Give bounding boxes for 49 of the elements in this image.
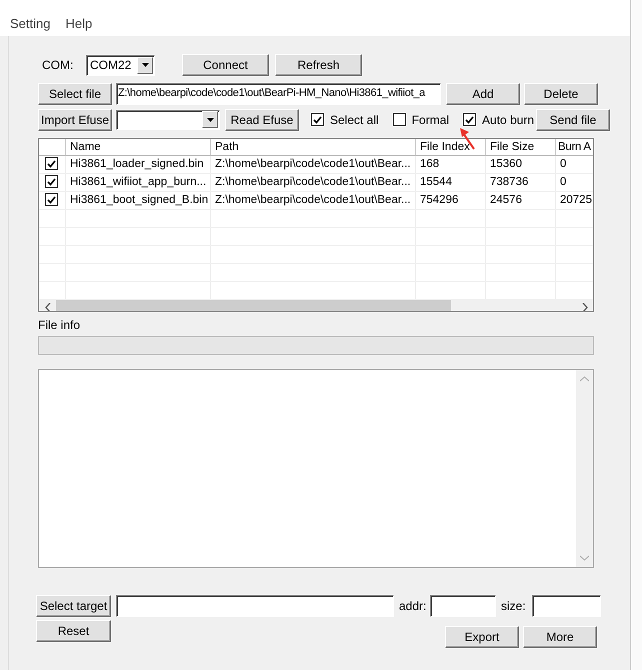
table-cell: Hi3861_wifiiot_app_burn... <box>70 176 206 188</box>
file-action-button[interactable]: Delete <box>524 82 598 104</box>
table-cell: Hi3861_boot_signed_B.bin <box>70 194 208 206</box>
more-button[interactable]: More <box>523 626 597 648</box>
select-file-button[interactable]: Select file <box>38 82 112 104</box>
table-cell: Hi3861_loader_signed.bin <box>70 158 204 170</box>
table-cell: 0 <box>560 158 566 170</box>
checkbox-label: Formal <box>412 112 450 126</box>
efuse-dropdown[interactable] <box>116 110 220 130</box>
table-cell: 0 <box>560 176 566 188</box>
select-target-button[interactable]: Select target <box>36 595 111 617</box>
menu-item[interactable]: Setting <box>10 16 50 30</box>
toolbar-button[interactable]: Connect <box>182 54 269 76</box>
import-efuse-button[interactable]: Import Efuse <box>38 108 112 130</box>
table-cell: 24576 <box>490 194 522 206</box>
checkbox[interactable] <box>392 113 406 126</box>
size-field[interactable] <box>532 595 601 617</box>
checkbox-label: Auto burn <box>482 112 534 126</box>
menu-item[interactable]: Help <box>65 16 92 30</box>
com-label: COM: <box>42 58 74 72</box>
export-button[interactable]: Export <box>445 626 519 648</box>
toolbar-button[interactable]: Refresh <box>275 54 362 76</box>
checkbox-label: Select all <box>330 112 379 126</box>
reset-button[interactable]: Reset <box>36 620 111 642</box>
read-efuse-button[interactable]: Read Efuse <box>225 108 299 130</box>
row-checkbox[interactable] <box>45 157 58 170</box>
table-cell: 20725 <box>560 194 592 206</box>
table-cell: 15544 <box>420 176 452 188</box>
size-label: size: <box>501 599 527 613</box>
table-cell: 754296 <box>420 194 458 206</box>
file-action-button[interactable]: Add <box>446 82 520 104</box>
horizontal-scrollbar[interactable] <box>39 300 593 311</box>
checkbox[interactable] <box>463 113 476 126</box>
table-cell: Z:\home\bearpi\code\code1\out\Bear... <box>215 158 411 170</box>
table-cell: Z:\home\bearpi\code\code1\out\Bear... <box>215 176 411 188</box>
table-cell: 15360 <box>490 158 522 170</box>
file-info-label: File info <box>38 318 82 332</box>
row-checkbox[interactable] <box>45 193 58 206</box>
table-cell: Z:\home\bearpi\code\code1\out\Bear... <box>215 194 411 206</box>
send-file-button[interactable]: Send file <box>536 108 610 130</box>
addr-label: addr: <box>399 599 428 613</box>
target-field[interactable] <box>116 595 394 617</box>
table-cell: 168 <box>420 158 440 170</box>
com-dropdown[interactable]: COM22 <box>86 54 155 76</box>
row-checkbox[interactable] <box>45 175 58 188</box>
file-path-field[interactable]: Z:\home\bearpi\code\code1\out\BearPi-HM_Nano\Hi3861_wifiiot_a <box>116 82 441 104</box>
table-cell: 738736 <box>490 176 528 188</box>
checkbox[interactable] <box>311 113 324 126</box>
addr-field[interactable] <box>430 595 496 617</box>
